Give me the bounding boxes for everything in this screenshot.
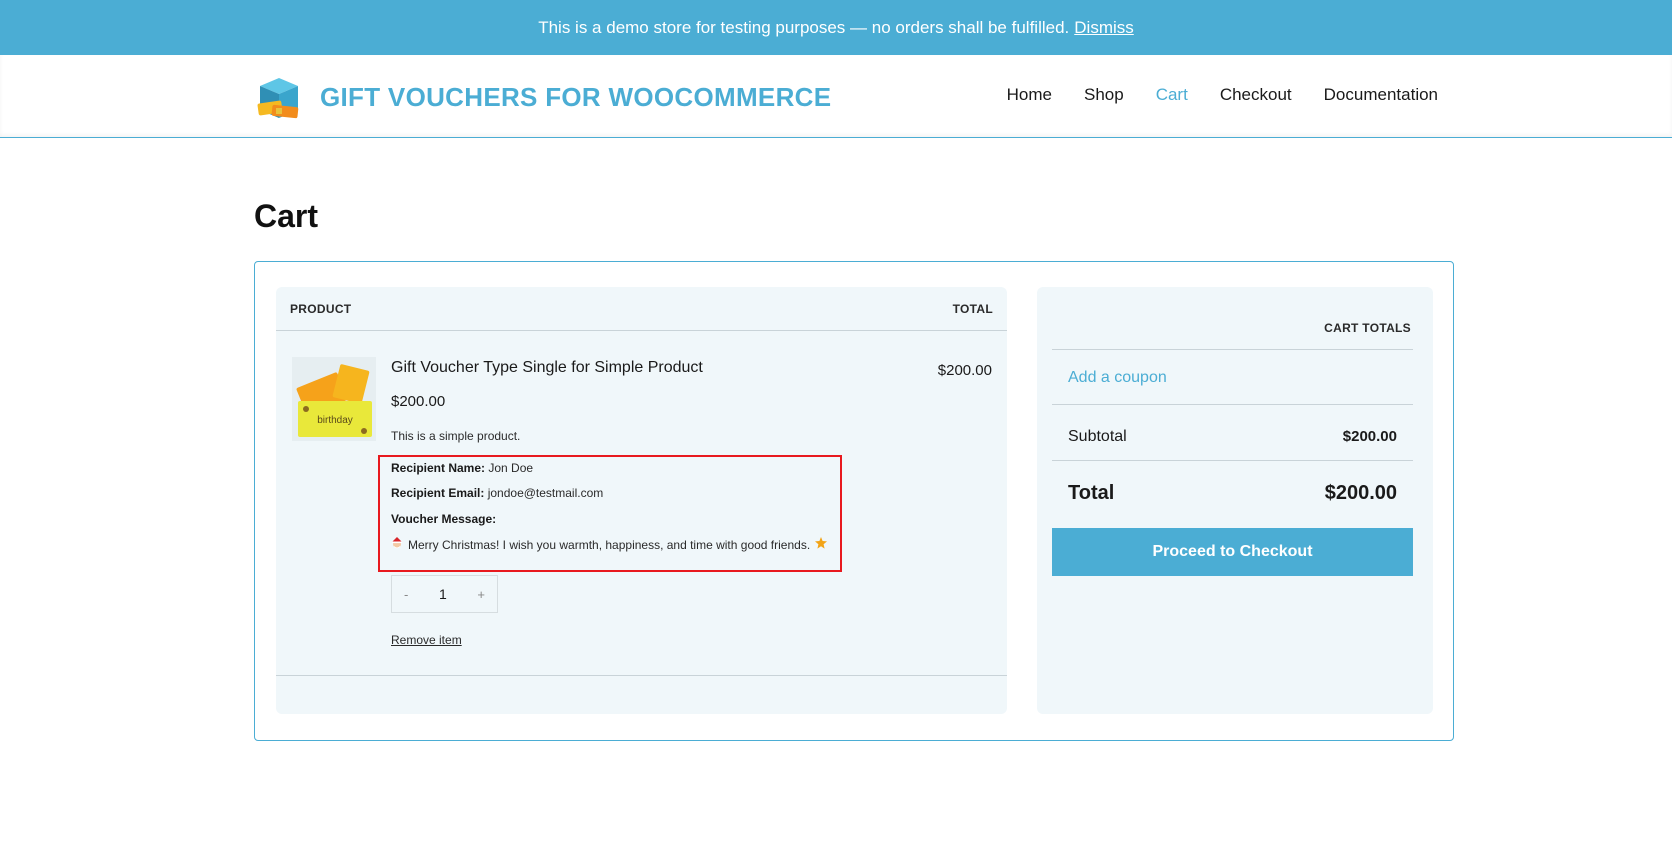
voucher-message-label-line: Voucher Message: [391, 512, 496, 526]
subtotal-row: Subtotal $200.00 [1068, 428, 1397, 446]
col-total-header: TOTAL [952, 301, 993, 316]
cart-totals-heading: CART TOTALS [1324, 321, 1411, 335]
svg-text:birthday: birthday [317, 415, 353, 426]
product-name-link[interactable]: Gift Voucher Type Single for Simple Prod… [391, 359, 703, 377]
qty-increase-button[interactable]: + [477, 587, 485, 602]
product-thumbnail[interactable]: birthday [292, 357, 376, 441]
col-product-header: PRODUCT [290, 301, 352, 316]
nav-checkout[interactable]: Checkout [1220, 85, 1292, 105]
subtotal-label: Subtotal [1068, 428, 1127, 445]
proceed-to-checkout-button[interactable]: Proceed to Checkout [1052, 528, 1413, 576]
divider [1052, 349, 1413, 350]
add-coupon-toggle[interactable]: Add a coupon [1068, 369, 1167, 387]
recipient-name-label: Recipient Name: [391, 461, 486, 475]
recipient-name-value: Jon Doe [488, 461, 534, 475]
total-row: Total $200.00 [1068, 482, 1397, 505]
nav-home[interactable]: Home [1007, 85, 1052, 105]
subtotal-value: $200.00 [1342, 428, 1397, 445]
cart-container: PRODUCT TOTAL birthday Gift Voucher Type… [254, 261, 1454, 741]
santa-icon [391, 537, 403, 552]
nav-documentation[interactable]: Documentation [1324, 85, 1438, 105]
star-icon [815, 537, 828, 552]
total-value: $200.00 [1324, 482, 1397, 504]
product-price: $200.00 [391, 393, 446, 410]
quantity-stepper: - 1 + [391, 575, 498, 613]
site-header: GIFT VOUCHERS FOR WOOCOMMERCE Home Shop … [0, 55, 1672, 138]
nav-shop[interactable]: Shop [1084, 85, 1124, 105]
line-item-total: $200.00 [937, 362, 992, 379]
qty-input[interactable]: 1 [439, 586, 447, 602]
recipient-email-value: jondoe@testmail.com [487, 486, 604, 500]
voucher-details-highlight: Recipient Name: Jon Doe Recipient Email:… [378, 455, 842, 572]
cart-table-header: PRODUCT TOTAL [276, 287, 1007, 331]
site-title[interactable]: GIFT VOUCHERS FOR WOOCOMMERCE [320, 82, 831, 113]
total-label: Total [1068, 482, 1115, 504]
cart-item-row: birthday Gift Voucher Type Single for Si… [276, 332, 1007, 676]
store-notice-banner: This is a demo store for testing purpose… [0, 0, 1672, 55]
nav-cart[interactable]: Cart [1156, 85, 1188, 105]
recipient-name-line: Recipient Name: Jon Doe [391, 461, 533, 475]
site-branding[interactable]: GIFT VOUCHERS FOR WOOCOMMERCE [254, 72, 831, 122]
gift-box-icon [254, 72, 304, 122]
cart-totals-panel: CART TOTALS Add a coupon Subtotal $200.0… [1037, 287, 1433, 714]
remove-item-link[interactable]: Remove item [391, 633, 462, 647]
voucher-message-line: Merry Christmas! I wish you warmth, happ… [391, 537, 828, 552]
primary-nav: Home Shop Cart Checkout Documentation [1007, 85, 1438, 105]
voucher-message-value: Merry Christmas! I wish you warmth, happ… [408, 537, 811, 552]
dismiss-link[interactable]: Dismiss [1074, 18, 1134, 38]
divider [1052, 460, 1413, 461]
recipient-email-label: Recipient Email: [391, 486, 485, 500]
product-description: This is a simple product. [391, 429, 521, 443]
cart-items-table: PRODUCT TOTAL birthday Gift Voucher Type… [276, 287, 1007, 714]
qty-decrease-button[interactable]: - [404, 587, 408, 602]
store-notice-text: This is a demo store for testing purpose… [538, 17, 1070, 37]
recipient-email-line: Recipient Email: jondoe@testmail.com [391, 486, 603, 500]
page-title: Cart [254, 198, 319, 234]
divider [1052, 404, 1413, 405]
voucher-message-label: Voucher Message: [391, 512, 497, 526]
